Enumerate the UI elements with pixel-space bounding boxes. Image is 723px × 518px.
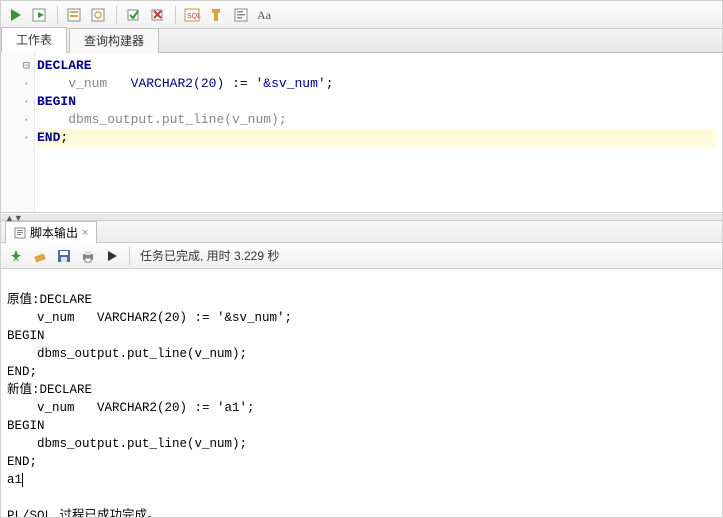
output-line: dbms_output.put_line(v_num); xyxy=(7,437,247,451)
output-toolbar: 任务已完成, 用时 3.229 秒 xyxy=(1,243,722,269)
autotrace-icon[interactable] xyxy=(90,6,108,24)
script-output-icon xyxy=(14,227,26,239)
string-literal: '&sv_num' xyxy=(255,76,325,91)
code-indent xyxy=(37,76,68,91)
case-icon[interactable]: Aa xyxy=(256,6,274,24)
editor-tabbar: 工作表 查询构建器 xyxy=(1,29,722,53)
save-icon[interactable] xyxy=(55,247,73,265)
tab-query-builder[interactable]: 查询构建器 xyxy=(69,28,159,53)
svg-text:Aa: Aa xyxy=(257,8,272,22)
status-text: 任务已完成, 用时 3.229 秒 xyxy=(140,247,279,264)
toolbar-separator xyxy=(116,6,117,24)
code-editor[interactable]: ⊟ · · · · DECLARE v_num VARCHAR2(20) := … xyxy=(1,53,722,213)
output-line: a1 xyxy=(7,473,22,487)
svg-text:SQL: SQL xyxy=(187,13,201,20)
main-toolbar: SQL Aa xyxy=(1,1,722,29)
output-line: 新值:DECLARE xyxy=(7,383,92,397)
format-icon[interactable] xyxy=(232,6,250,24)
keyword-begin: BEGIN xyxy=(37,94,76,109)
output-line: BEGIN xyxy=(7,419,45,433)
eraser-icon[interactable] xyxy=(31,247,49,265)
output-line: v_num VARCHAR2(20) := '&sv_num'; xyxy=(7,311,292,325)
run-icon[interactable] xyxy=(7,6,25,24)
pane-resizer[interactable]: ▲▼ xyxy=(1,213,722,221)
tab-script-output[interactable]: 脚本输出 × xyxy=(5,221,97,244)
explain-plan-icon[interactable] xyxy=(66,6,84,24)
editor-gutter: ⊟ · · · · xyxy=(1,53,35,212)
commit-icon[interactable] xyxy=(125,6,143,24)
pin-icon[interactable] xyxy=(7,247,25,265)
output-line: PL/SQL 过程已成功完成。 xyxy=(7,509,160,517)
output-line: END; xyxy=(7,365,37,379)
identifier-vnum: v_num xyxy=(68,76,107,91)
code-area[interactable]: DECLARE v_num VARCHAR2(20) := '&sv_num';… xyxy=(35,53,722,212)
fold-icon[interactable]: ⊟ xyxy=(1,57,34,75)
script-output-body[interactable]: 原值:DECLARE v_num VARCHAR2(20) := '&sv_nu… xyxy=(1,269,722,517)
output-line: dbms_output.put_line(v_num); xyxy=(7,347,247,361)
call-dbms-output: dbms_output.put_line(v_num); xyxy=(68,112,286,127)
tab-worksheet[interactable]: 工作表 xyxy=(1,27,67,53)
close-icon[interactable]: × xyxy=(82,227,88,239)
sql-history-icon[interactable]: SQL xyxy=(184,6,202,24)
output-line: BEGIN xyxy=(7,329,45,343)
output-line: 原值:DECLARE xyxy=(7,293,92,307)
keyword-declare: DECLARE xyxy=(37,58,92,73)
toolbar-separator xyxy=(57,6,58,24)
clear-icon[interactable] xyxy=(208,6,226,24)
output-line: END; xyxy=(7,455,37,469)
script-output-label: 脚本输出 xyxy=(30,224,78,241)
keyword-end: END xyxy=(37,130,60,145)
text-cursor xyxy=(22,473,23,487)
output-run-icon[interactable] xyxy=(103,247,121,265)
toolbar-separator xyxy=(129,247,130,265)
toolbar-separator xyxy=(175,6,176,24)
rollback-icon[interactable] xyxy=(149,6,167,24)
run-script-icon[interactable] xyxy=(31,6,49,24)
output-tabbar: 脚本输出 × xyxy=(1,221,722,243)
output-line: v_num VARCHAR2(20) := 'a1'; xyxy=(7,401,255,415)
print-icon[interactable] xyxy=(79,247,97,265)
type-varchar2: VARCHAR2(20) xyxy=(131,76,225,91)
